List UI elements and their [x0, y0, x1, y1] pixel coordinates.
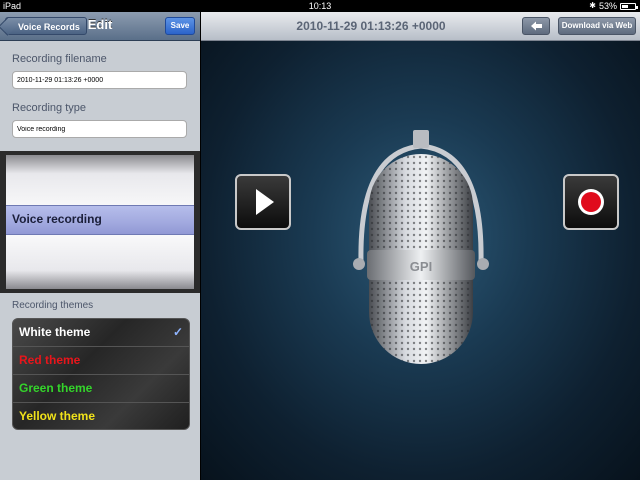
edit-nav-bar: Voice Records Edit Save	[0, 12, 200, 41]
download-via-web-button[interactable]: Download via Web	[558, 17, 636, 35]
theme-item-red[interactable]: Red theme	[13, 347, 189, 375]
filename-label: Recording filename	[12, 53, 107, 65]
theme-list: White theme ✓ Red theme Green theme Yell…	[12, 318, 190, 430]
bluetooth-icon: ✱	[589, 1, 596, 10]
record-button[interactable]	[563, 174, 619, 230]
status-bar: iPad 10:13 ✱ 53%	[0, 0, 640, 12]
theme-item-green[interactable]: Green theme	[13, 375, 189, 403]
recording-type-picker[interactable]: Voice recording	[0, 151, 200, 293]
filename-field[interactable]	[12, 71, 187, 89]
themes-label: Recording themes	[12, 300, 94, 311]
share-button[interactable]	[522, 17, 550, 35]
theme-item-white[interactable]: White theme ✓	[13, 319, 189, 347]
battery-percent: 53%	[598, 1, 617, 11]
clock: 10:13	[308, 1, 332, 11]
microphone-image: GPI	[353, 130, 489, 364]
theme-label: White theme	[19, 325, 91, 339]
reply-arrow-icon	[531, 21, 542, 31]
save-button[interactable]: Save	[165, 17, 195, 35]
checkmark-icon: ✓	[172, 325, 183, 339]
theme-label: Red theme	[19, 353, 81, 367]
recording-type-label: Recording type	[12, 102, 86, 114]
record-icon	[578, 189, 604, 215]
recorder-nav-bar: 2010-11-29 01:13:26 +0000 Download via W…	[201, 12, 640, 41]
edit-panel: Voice Records Edit Save Recording filena…	[0, 12, 200, 480]
recorder-panel: 2010-11-29 01:13:26 +0000 Download via W…	[201, 12, 640, 480]
theme-item-yellow[interactable]: Yellow theme	[13, 403, 189, 429]
recording-title: 2010-11-29 01:13:26 +0000	[296, 19, 446, 33]
play-icon	[256, 189, 274, 215]
recording-type-field[interactable]	[12, 120, 187, 138]
picker-selected-row[interactable]: Voice recording	[6, 205, 194, 235]
theme-label: Green theme	[19, 381, 93, 395]
play-button[interactable]	[235, 174, 291, 230]
voice-records-back-button[interactable]: Voice Records	[5, 17, 87, 35]
theme-label: Yellow theme	[19, 409, 96, 423]
picker-selected-label: Voice recording	[12, 212, 102, 226]
mic-logo-text: GPI	[410, 259, 432, 274]
battery-icon	[620, 2, 638, 10]
